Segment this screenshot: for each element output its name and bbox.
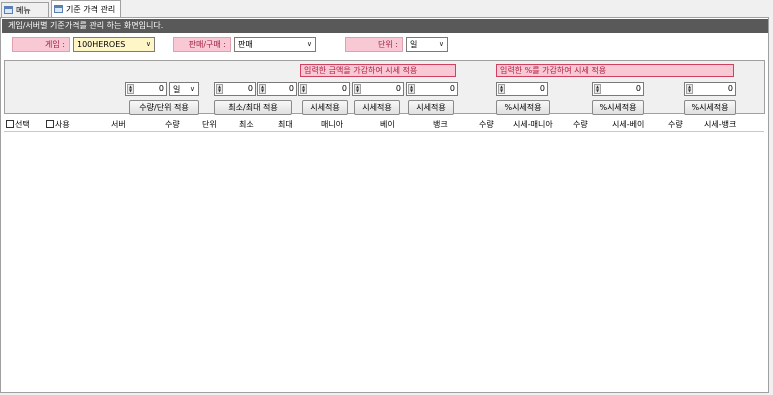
amount-stepper-bank[interactable]: ▲ ▼ 0 <box>406 82 458 96</box>
amount-section-title: 입력한 금액을 가감하여 시세 적용 <box>300 64 456 77</box>
column-header-bay[interactable]: 베이 <box>380 118 395 131</box>
qty-stepper-value: 0 <box>158 84 164 93</box>
amount-apply-button-bay[interactable]: 시세적용 <box>354 100 400 115</box>
price-adjust-panel: 입력한 금액을 가감하여 시세 적용 입력한 %를 가감하여 시세 적용 ▲ ▼ … <box>4 60 765 115</box>
column-header-price-bank[interactable]: 시세-뱅크 <box>704 118 736 131</box>
spin-arrows-icon[interactable]: ▲ ▼ <box>686 84 693 94</box>
amount-stepper-value: 0 <box>341 84 347 93</box>
percent-stepper-value: 0 <box>635 84 641 93</box>
tab-menu-label: 메뉴 <box>16 5 31 15</box>
amount-apply-button-bank[interactable]: 시세적용 <box>408 100 454 115</box>
trade-type-select[interactable]: 판매 ∨ <box>234 37 316 52</box>
chevron-down-icon: ∨ <box>438 40 444 48</box>
percent-stepper-bay[interactable]: ▲ ▼ 0 <box>592 82 644 96</box>
amount-stepper-value: 0 <box>449 84 455 93</box>
game-label: 게임 : <box>12 37 70 52</box>
percent-apply-button-bay[interactable]: %시세적용 <box>592 100 644 115</box>
game-select-value: 100HEROES <box>77 40 126 49</box>
max-stepper[interactable]: ▲ ▼ 0 <box>257 82 297 96</box>
qty-stepper[interactable]: ▲ ▼ 0 <box>125 82 167 96</box>
percent-stepper-value: 0 <box>727 84 733 93</box>
price-grid-header: 선택 사용 서버 수량 단위 최소 최대 매니아 베이 뱅크 수량 시세-매니아… <box>4 118 764 132</box>
unit-select-value: 일 <box>410 40 418 49</box>
unit-label: 단위 : <box>345 37 403 52</box>
column-header-qty-mania[interactable]: 수량 <box>479 118 494 131</box>
column-header-bank[interactable]: 뱅크 <box>433 118 448 131</box>
percent-stepper-value: 0 <box>539 84 545 93</box>
amount-stepper-value: 0 <box>395 84 401 93</box>
use-header-label: 사용 <box>55 120 70 129</box>
filter-bar: 게임 : 100HEROES ∨ 판매/구매 : 판매 ∨ 단위 : 일 ∨ <box>1 33 768 57</box>
column-header-server[interactable]: 서버 <box>111 118 126 131</box>
select-all-header[interactable]: 선택 <box>6 118 30 131</box>
screen-description: 게임/서버별 기준가격를 관리 하는 화면입니다. <box>2 19 768 33</box>
spin-arrows-icon[interactable]: ▲ ▼ <box>300 84 307 94</box>
percent-apply-button-bank[interactable]: %시세적용 <box>684 100 736 115</box>
use-all-header[interactable]: 사용 <box>46 118 70 131</box>
min-stepper-value: 0 <box>247 84 253 93</box>
price-grid-body[interactable] <box>4 133 764 390</box>
min-stepper[interactable]: ▲ ▼ 0 <box>214 82 256 96</box>
column-header-qty-bay[interactable]: 수량 <box>573 118 588 131</box>
percent-apply-button-mania[interactable]: %시세적용 <box>496 100 550 115</box>
qty-unit-apply-button[interactable]: 수량/단위 적용 <box>129 100 199 115</box>
chevron-down-icon: ∨ <box>145 40 151 48</box>
percent-stepper-bank[interactable]: ▲ ▼ 0 <box>684 82 736 96</box>
amount-apply-button-mania[interactable]: 시세적용 <box>302 100 348 115</box>
column-header-max[interactable]: 최대 <box>278 118 293 131</box>
unit-select[interactable]: 일 ∨ <box>406 37 448 52</box>
select-all-checkbox[interactable] <box>6 120 14 128</box>
spin-arrows-icon[interactable]: ▲ ▼ <box>408 84 415 94</box>
spin-arrows-icon[interactable]: ▲ ▼ <box>216 84 223 94</box>
use-all-checkbox[interactable] <box>46 120 54 128</box>
game-select[interactable]: 100HEROES ∨ <box>73 37 155 52</box>
tab-menu[interactable]: 메뉴 <box>1 2 49 17</box>
column-header-qty[interactable]: 수량 <box>165 118 180 131</box>
column-header-price-bay[interactable]: 시세-베이 <box>612 118 644 131</box>
window-icon <box>4 6 13 14</box>
column-header-price-mania[interactable]: 시세-매니아 <box>513 118 553 131</box>
column-header-unit[interactable]: 단위 <box>202 118 217 131</box>
spin-arrows-icon[interactable]: ▲ ▼ <box>259 84 266 94</box>
amount-stepper-bay[interactable]: ▲ ▼ 0 <box>352 82 404 96</box>
spin-arrows-icon[interactable]: ▲ ▼ <box>354 84 361 94</box>
tab-strip: 메뉴 기준 가격 관리 <box>0 0 773 17</box>
window-icon <box>54 5 63 13</box>
unit-apply-select-value: 일 <box>173 85 181 94</box>
column-header-mania[interactable]: 매니아 <box>321 118 343 131</box>
min-max-apply-button[interactable]: 최소/최대 적용 <box>214 100 292 115</box>
tab-base-price[interactable]: 기준 가격 관리 <box>51 0 121 17</box>
column-header-min[interactable]: 최소 <box>239 118 254 131</box>
base-price-screen: 게임/서버별 기준가격를 관리 하는 화면입니다. 게임 : 100HEROES… <box>0 17 769 393</box>
max-stepper-value: 0 <box>288 84 294 93</box>
trade-type-select-value: 판매 <box>238 40 253 49</box>
spin-arrows-icon[interactable]: ▲ ▼ <box>127 84 134 94</box>
amount-stepper-mania[interactable]: ▲ ▼ 0 <box>298 82 350 96</box>
column-header-qty-bank[interactable]: 수량 <box>668 118 683 131</box>
percent-stepper-mania[interactable]: ▲ ▼ 0 <box>496 82 548 96</box>
unit-apply-select[interactable]: 일 ∨ <box>169 82 199 96</box>
chevron-down-icon: ∨ <box>189 85 195 93</box>
percent-section-title: 입력한 %를 가감하여 시세 적용 <box>496 64 734 77</box>
select-header-label: 선택 <box>15 120 30 129</box>
trade-type-label: 판매/구매 : <box>173 37 231 52</box>
spin-arrows-icon[interactable]: ▲ ▼ <box>498 84 505 94</box>
spin-arrows-icon[interactable]: ▲ ▼ <box>594 84 601 94</box>
tab-base-price-label: 기준 가격 관리 <box>66 4 116 14</box>
chevron-down-icon: ∨ <box>306 40 312 48</box>
